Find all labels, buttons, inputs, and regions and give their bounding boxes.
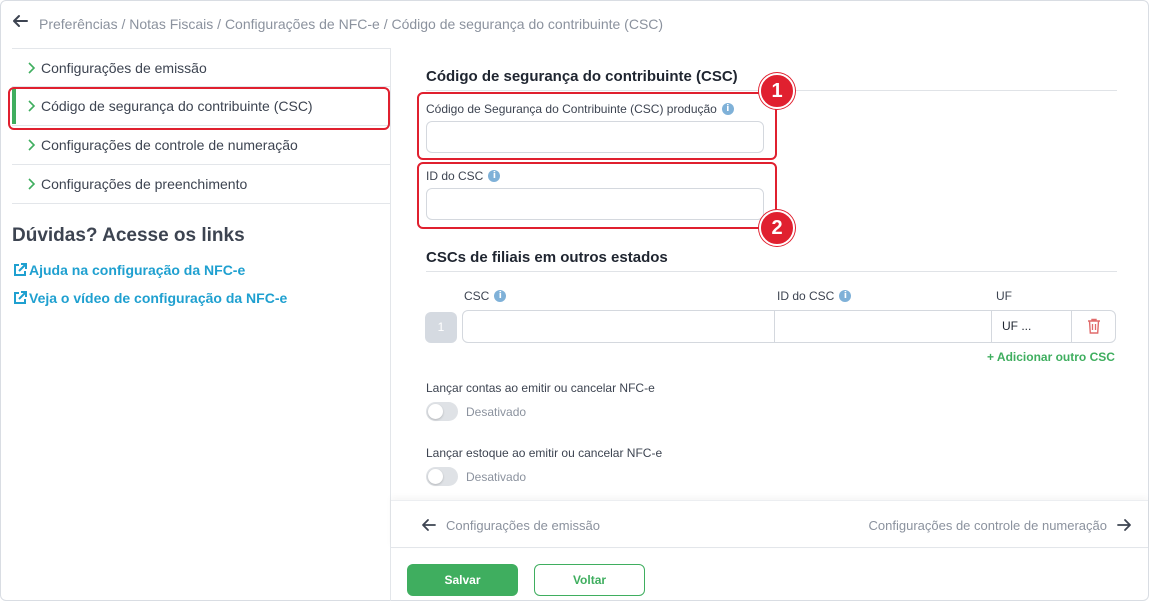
arrow-right-icon (1117, 519, 1131, 531)
csc-prod-input[interactable] (426, 121, 764, 153)
chevron-right-icon (28, 139, 36, 151)
annotation-badge-2: 2 (759, 210, 795, 246)
top-bar: Preferências / Notas Fiscais / Configura… (0, 0, 1149, 48)
info-icon[interactable]: i (839, 290, 852, 302)
sidebar: Configurações de emissão Código de segur… (12, 48, 391, 204)
back-arrow-icon[interactable] (10, 11, 30, 31)
chevron-right-icon (28, 178, 36, 190)
row-uf-value: UF ... (1002, 319, 1032, 333)
csc-id-input[interactable] (426, 188, 764, 220)
toggle-contas-state: Desativado (466, 405, 527, 419)
info-icon[interactable]: i (494, 290, 507, 302)
filiais-section-title: CSCs de filiais em outros estados (426, 249, 668, 266)
info-icon[interactable]: i (488, 170, 501, 182)
help-link-config[interactable]: Ajuda na configuração da NFC-e (12, 262, 245, 278)
sidebar-item-label: Código de segurança do contribuinte (CSC… (41, 98, 313, 114)
sidebar-item-label: Configurações de controle de numeração (41, 137, 298, 153)
help-title: Dúvidas? Acesse os links (12, 225, 245, 246)
chevron-right-icon (28, 61, 36, 74)
info-icon[interactable]: i (721, 103, 734, 115)
help-link-label: Ajuda na configuração da NFC-e (29, 262, 246, 278)
section-divider (426, 271, 1117, 272)
trash-icon[interactable] (1085, 317, 1103, 335)
back-button[interactable]: Voltar (534, 564, 645, 596)
column-id-csc: ID do CSC i (777, 289, 852, 303)
sidebar-item-emissao[interactable]: Configurações de emissão (12, 48, 391, 87)
toggle-contas[interactable] (426, 402, 458, 421)
help-link-label: Veja o vídeo de configuração da NFC-e (29, 290, 288, 306)
breadcrumb: Preferências / Notas Fiscais / Configura… (39, 16, 664, 32)
chevron-right-icon (28, 100, 36, 112)
csc-prod-label-text: Código de Segurança do Contribuinte (CSC… (426, 102, 717, 116)
save-button[interactable]: Salvar (407, 564, 518, 596)
external-link-icon (14, 263, 27, 276)
toggle-estoque[interactable] (426, 467, 458, 486)
sidebar-item-numeracao[interactable]: Configurações de controle de numeração (12, 126, 391, 165)
external-link-icon (14, 291, 27, 304)
column-uf-label: UF (996, 289, 1012, 303)
next-step-label: Configurações de controle de numeração (868, 517, 1107, 533)
annotation-badge-1: 1 (759, 73, 795, 109)
toggle-estoque-state: Desativado (466, 470, 527, 484)
row-id-input[interactable] (775, 311, 992, 342)
csc-id-label: ID do CSC i (426, 169, 501, 183)
add-csc-button[interactable]: + Adicionar outro CSC (987, 350, 1115, 364)
toggle-knob (428, 469, 443, 484)
toggle-contas-label: Lançar contas ao emitir ou cancelar NFC-… (426, 381, 655, 395)
row-csc-input[interactable] (463, 311, 775, 342)
sidebar-item-csc[interactable]: Código de segurança do contribuinte (CSC… (12, 87, 391, 126)
next-step-link[interactable]: Configurações de controle de numeração (869, 517, 1132, 533)
arrow-left-icon (422, 519, 436, 531)
csc-id-label-text: ID do CSC (426, 169, 484, 183)
column-id-label: ID do CSC (777, 289, 835, 303)
csc-prod-label: Código de Segurança do Contribuinte (CSC… (426, 102, 734, 116)
row-number: 1 (425, 312, 457, 343)
prev-step-link[interactable]: Configurações de emissão (421, 517, 600, 533)
help-link-video[interactable]: Veja o vídeo de configuração da NFC-e (12, 290, 287, 306)
sidebar-item-label: Configurações de preenchimento (41, 176, 248, 192)
toggle-knob (428, 404, 443, 419)
sidebar-item-preenchimento[interactable]: Configurações de preenchimento (12, 165, 391, 204)
toggle-estoque-label: Lançar estoque ao emitir ou cancelar NFC… (426, 446, 663, 460)
csc-section-title: Código de segurança do contribuinte (CSC… (426, 68, 738, 85)
column-csc-label: CSC (464, 289, 490, 303)
sidebar-item-label: Configurações de emissão (41, 59, 207, 76)
column-csc: CSC i (464, 289, 507, 303)
column-uf: UF (996, 289, 1012, 303)
prev-step-label: Configurações de emissão (446, 517, 600, 533)
